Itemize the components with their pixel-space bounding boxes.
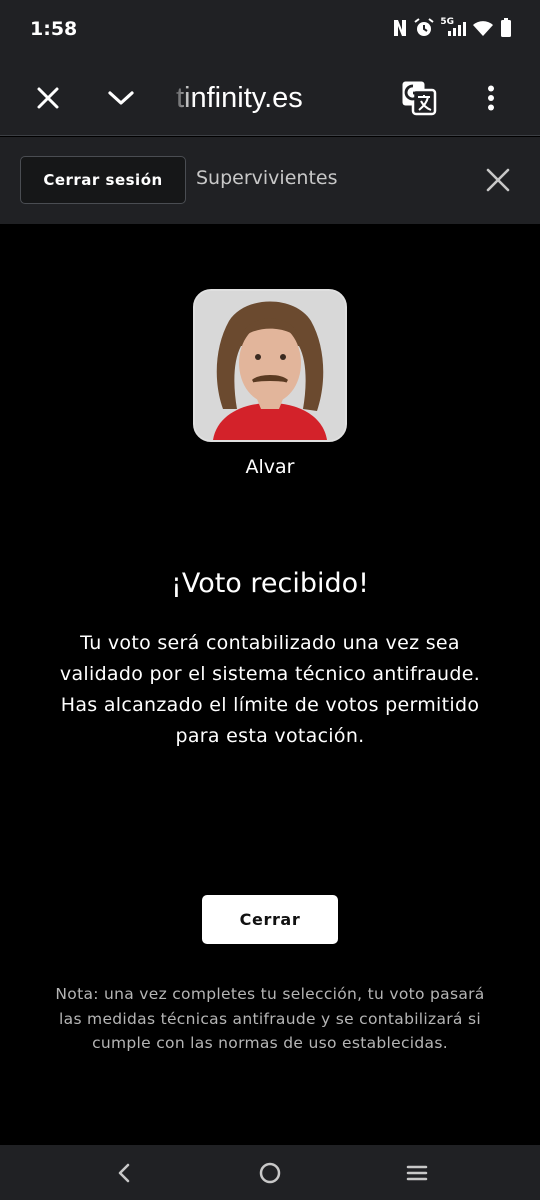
confirmation-title: ¡Voto recibido!: [171, 568, 369, 599]
recents-button[interactable]: [397, 1153, 437, 1193]
home-icon: [259, 1162, 281, 1184]
candidate-name: Alvar: [245, 456, 295, 478]
battery-icon: [501, 18, 511, 37]
back-icon: [118, 1163, 130, 1183]
close-button[interactable]: Cerrar: [202, 895, 338, 944]
url-fade: [170, 78, 194, 118]
system-nav-bar: [0, 1145, 540, 1200]
recents-icon: [406, 1165, 428, 1181]
wifi-icon: [473, 21, 493, 36]
section-title: Supervivientes: [196, 167, 338, 189]
site-close-button[interactable]: [478, 160, 518, 200]
translate-button[interactable]: [395, 74, 443, 122]
more-vert-icon: [488, 85, 494, 111]
logout-button[interactable]: Cerrar sesión: [20, 156, 186, 204]
browser-toolbar: tinfinity.es: [0, 60, 540, 136]
confirmation-message: Tu voto será contabilizado una vez sea v…: [59, 632, 481, 747]
back-button[interactable]: [104, 1153, 144, 1193]
nfc-icon: [394, 20, 407, 36]
disclaimer-note: Nota: una vez completes tu selección, tu…: [55, 985, 485, 1052]
url-bar[interactable]: tinfinity.es: [176, 78, 376, 118]
status-bar: 1:58 5G: [0, 0, 540, 60]
close-tab-button[interactable]: [24, 74, 72, 122]
alarm-icon: [414, 18, 434, 36]
chevron-down-icon: [108, 91, 134, 105]
close-icon: [486, 168, 510, 192]
close-icon: [37, 87, 59, 109]
status-icons: 5G: [392, 17, 512, 38]
home-button[interactable]: [250, 1153, 290, 1193]
minimize-button[interactable]: [97, 74, 145, 122]
more-options-button[interactable]: [467, 74, 515, 122]
candidate-avatar: [193, 289, 347, 442]
status-time: 1:58: [30, 18, 78, 40]
translate-icon: [402, 81, 437, 116]
site-header: Cerrar sesión Supervivientes: [0, 137, 540, 224]
network-label: 5G: [440, 17, 454, 27]
